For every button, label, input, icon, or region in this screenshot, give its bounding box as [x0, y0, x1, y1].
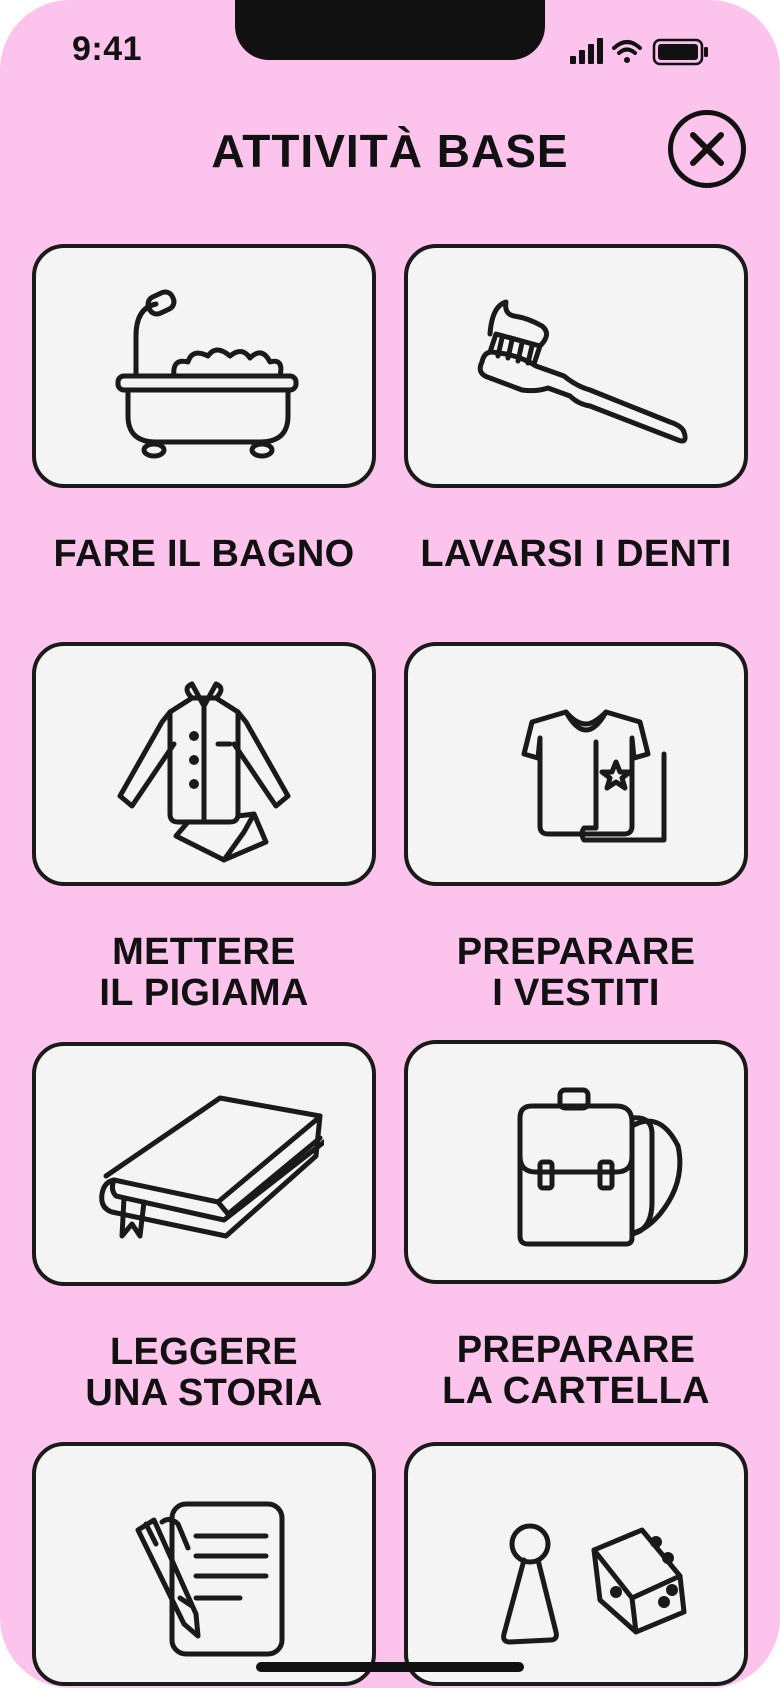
activity-card-game[interactable] — [404, 1442, 748, 1686]
close-icon — [690, 132, 724, 166]
homework-icon — [135, 1501, 285, 1657]
close-button[interactable] — [668, 110, 746, 188]
activity-card-clothes[interactable] — [404, 642, 748, 886]
activity-card-bath[interactable] — [32, 244, 376, 488]
phone-screen: 9:41 ATTIVITÀ BASE FARE IL BAGNO LAVARSI… — [0, 0, 780, 1688]
activity-card-teeth[interactable] — [404, 244, 748, 488]
clothes-icon — [521, 709, 667, 843]
activity-label: LEGGERE UNA STORIA — [85, 1331, 323, 1414]
activity-label: PREPARARE LA CARTELLA — [442, 1329, 710, 1412]
toothbrush-icon — [477, 299, 688, 444]
activity-label: PREPARARE I VESTITI — [456, 931, 696, 1014]
pajamas-icon — [117, 681, 291, 863]
signal-icon — [570, 38, 603, 64]
board-game-icon — [501, 1523, 687, 1645]
activity-card-pajamas[interactable] — [32, 642, 376, 886]
activity-label: LAVARSI I DENTI — [420, 533, 732, 575]
activity-label: FARE IL BAGNO — [53, 533, 355, 575]
activity-card-homework[interactable] — [32, 1442, 376, 1686]
status-time: 9:41 — [72, 30, 143, 68]
activity-card-book[interactable] — [32, 1042, 376, 1286]
status-icons — [570, 38, 708, 66]
home-indicator[interactable] — [256, 1662, 524, 1672]
battery-icon — [652, 38, 708, 66]
activity-card-backpack[interactable] — [404, 1040, 748, 1284]
wifi-icon — [612, 40, 642, 63]
activity-label: METTERE IL PIGIAMA — [99, 931, 309, 1014]
bathtub-icon — [115, 289, 299, 459]
page-title: ATTIVITÀ BASE — [211, 125, 569, 177]
backpack-icon — [517, 1087, 683, 1247]
notch — [235, 0, 545, 60]
book-icon — [99, 1095, 324, 1239]
